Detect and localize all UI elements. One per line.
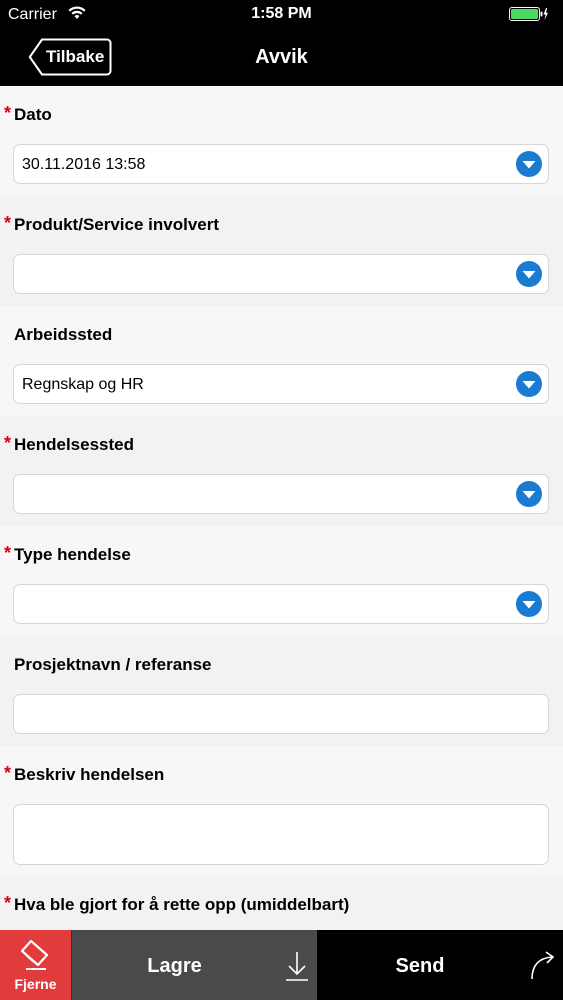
- page-title: Avvik: [255, 46, 308, 68]
- status-time: 1:58 PM: [251, 5, 312, 22]
- field-label: Prosjektnavn / referanse: [14, 655, 212, 674]
- field-workplace: Arbeidssted Regnskap og HR: [0, 306, 563, 416]
- required-marker: *: [4, 763, 12, 783]
- workplace-value: Regnskap og HR: [22, 376, 144, 393]
- chevron-down-circle-icon: [516, 371, 542, 397]
- chevron-down-circle-icon: [516, 261, 542, 287]
- field-label: Produkt/Service involvert: [14, 215, 220, 234]
- status-bar: Carrier 1:58 PM: [0, 0, 563, 30]
- field-incident-type: * Type hendelse: [0, 526, 563, 636]
- chevron-down-circle-icon: [516, 151, 542, 177]
- required-marker: *: [4, 213, 12, 233]
- field-immediate-action: * Hva ble gjort for å rette opp (umiddel…: [0, 876, 563, 930]
- field-label: Hendelsessted: [14, 435, 134, 454]
- product-service-dropdown[interactable]: [13, 254, 549, 294]
- remove-button-label: Fjerne: [14, 976, 57, 992]
- required-marker: *: [4, 893, 12, 913]
- remove-button[interactable]: Fjerne: [0, 930, 71, 1000]
- incident-type-dropdown[interactable]: [13, 584, 549, 624]
- field-incident-location: * Hendelsessted: [0, 416, 563, 526]
- date-dropdown[interactable]: 30.11.2016 13:58: [13, 144, 549, 184]
- chevron-down-circle-icon: [516, 591, 542, 617]
- download-arrow-icon: [286, 952, 308, 981]
- eraser-icon: [20, 939, 49, 970]
- field-product-service: * Produkt/Service involvert: [0, 196, 563, 306]
- deviation-form: * Dato 30.11.2016 13:58 * Produkt/Servic…: [0, 86, 563, 930]
- required-marker: *: [4, 543, 12, 563]
- field-label: Beskriv hendelsen: [14, 765, 165, 784]
- send-button-label: Send: [395, 955, 445, 977]
- curved-arrow-icon: [531, 951, 555, 980]
- describe-incident-textarea[interactable]: [13, 804, 549, 865]
- chevron-down-circle-icon: [516, 481, 542, 507]
- field-label: Arbeidssted: [14, 325, 113, 344]
- battery-icon: [509, 6, 549, 27]
- field-label: Hva ble gjort for å rette opp (umiddelba…: [14, 895, 350, 914]
- field-describe-incident: * Beskriv hendelsen: [0, 746, 563, 876]
- save-button[interactable]: Lagre: [71, 930, 317, 1000]
- field-label: Dato: [14, 105, 52, 124]
- field-date: * Dato 30.11.2016 13:58: [0, 86, 563, 196]
- save-button-label: Lagre: [147, 955, 202, 977]
- required-marker: *: [4, 433, 12, 453]
- date-value: 30.11.2016 13:58: [22, 156, 146, 173]
- field-project-reference: Prosjektnavn / referanse: [0, 636, 563, 746]
- workplace-dropdown[interactable]: Regnskap og HR: [13, 364, 549, 404]
- incident-location-dropdown[interactable]: [13, 474, 549, 514]
- bottom-toolbar: Fjerne Lagre Send: [0, 930, 563, 1000]
- required-marker: *: [4, 103, 12, 123]
- navigation-bar: Tilbake Avvik: [0, 30, 563, 86]
- project-reference-input[interactable]: [13, 694, 549, 734]
- field-label: Type hendelse: [14, 545, 131, 564]
- send-button[interactable]: Send: [317, 930, 563, 1000]
